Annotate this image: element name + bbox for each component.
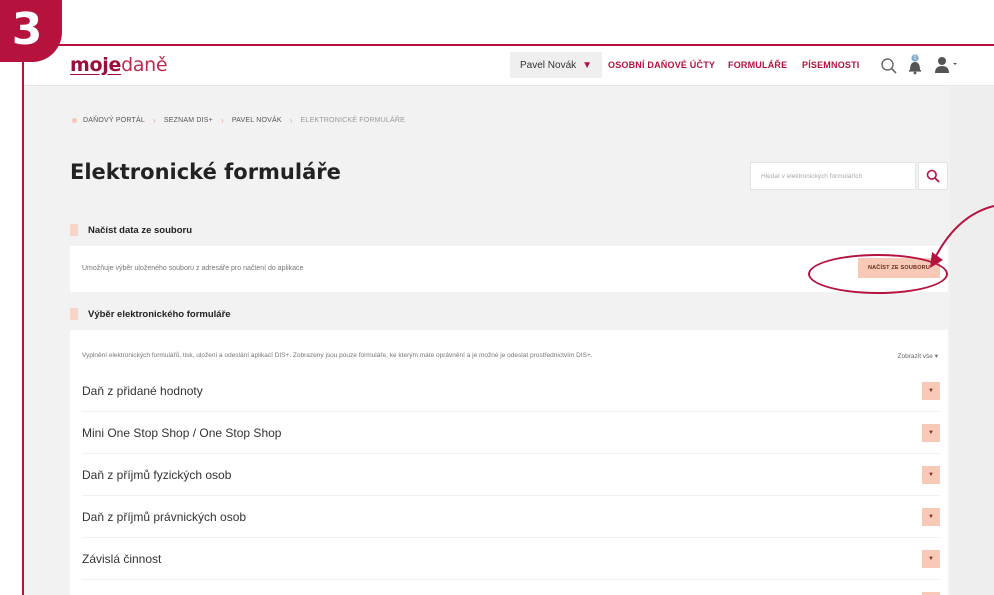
section-marker-icon bbox=[70, 308, 78, 320]
forms-section-heading: Výběr elektronického formuláře bbox=[70, 308, 231, 320]
forms-section-title: Výběr elektronického formuláře bbox=[88, 308, 231, 320]
nav-forms[interactable]: FORMULÁŘE bbox=[728, 60, 787, 70]
form-category-row-partial: ▼ bbox=[82, 580, 940, 595]
logo[interactable]: mojedaně bbox=[70, 54, 168, 76]
form-category-label: Mini One Stop Shop / One Stop Shop bbox=[82, 425, 282, 440]
form-category-label: Daň z příjmů právnických osob bbox=[82, 509, 247, 524]
forms-section-description: Vyplnění elektronických formulářů, tisk,… bbox=[82, 352, 593, 359]
load-section-description: Umožňuje výběr uloženého souboru z adres… bbox=[82, 265, 304, 272]
user-name: Pavel Novák bbox=[520, 59, 577, 71]
form-category-row[interactable]: Mini One Stop Shop / One Stop Shop ▼ bbox=[82, 412, 940, 454]
load-section-title: Načíst data ze souboru bbox=[88, 224, 192, 236]
breadcrumb-separator: › bbox=[153, 116, 156, 125]
breadcrumb-item-dis-list[interactable]: SEZNAM DIS+ bbox=[164, 117, 213, 124]
form-category-row[interactable]: Závislá činnost ▼ bbox=[82, 538, 940, 580]
forms-search-input[interactable]: Hledat v elektronických formulářích bbox=[750, 162, 916, 190]
breadcrumb-item-user[interactable]: PAVEL NOVÁK bbox=[232, 117, 282, 124]
show-all-link[interactable]: Zobrazit vše ▾ bbox=[898, 352, 938, 360]
expand-chevron-icon[interactable]: ▼ bbox=[922, 508, 940, 526]
expand-chevron-icon[interactable]: ▼ bbox=[922, 382, 940, 400]
user-dropdown[interactable]: Pavel Novák ▼ bbox=[510, 52, 603, 78]
load-section-panel: Umožňuje výběr uloženého souboru z adres… bbox=[70, 246, 948, 292]
form-category-label: Daň z příjmů fyzických osob bbox=[82, 467, 232, 482]
expand-chevron-icon[interactable]: ▼ bbox=[922, 424, 940, 442]
breadcrumb: DAŇOVÝ PORTÁL › SEZNAM DIS+ › PAVEL NOVÁ… bbox=[72, 116, 405, 125]
logo-prefix: moje bbox=[70, 54, 122, 76]
form-category-label: Závislá činnost bbox=[82, 551, 162, 566]
load-from-file-button[interactable]: NAČÍST ZE SOUBORU bbox=[858, 258, 940, 278]
nav-documents[interactable]: PÍSEMNOSTI bbox=[802, 60, 860, 70]
step-number-badge: 3 bbox=[0, 0, 62, 62]
browser-page: mojedaně Pavel Novák ▼ OSOBNÍ DAŇOVÉ ÚČT… bbox=[24, 46, 994, 595]
logo-suffix: daně bbox=[121, 54, 168, 76]
frame-line-top bbox=[58, 44, 994, 46]
chevron-down-icon: ▾ bbox=[934, 353, 938, 360]
section-marker-icon bbox=[70, 224, 78, 236]
search-icon bbox=[926, 169, 940, 183]
breadcrumb-separator: › bbox=[289, 116, 293, 125]
page-side-area bbox=[950, 86, 994, 595]
nav-tax-accounts[interactable]: OSOBNÍ DAŇOVÉ ÚČTY bbox=[608, 60, 715, 70]
search-icon[interactable] bbox=[880, 57, 898, 75]
page-title: Elektronické formuláře bbox=[70, 160, 341, 184]
breadcrumb-home-dot bbox=[72, 118, 77, 123]
form-category-label: Daň z přidané hodnoty bbox=[82, 383, 203, 398]
forms-section-panel: Vyplnění elektronických formulářů, tisk,… bbox=[70, 330, 948, 595]
breadcrumb-separator: › bbox=[220, 116, 224, 125]
forms-search-button[interactable] bbox=[918, 162, 948, 190]
breadcrumb-item-current: ELEKTRONICKÉ FORMULÁŘE bbox=[300, 117, 405, 124]
bell-icon[interactable]: 0 bbox=[906, 54, 924, 76]
user-account-icon[interactable] bbox=[932, 54, 960, 76]
notification-count: 0 bbox=[914, 56, 917, 62]
screen: 3 mojedaně Pavel Novák ▼ OSOBNÍ DAŇOVÉ Ú… bbox=[0, 0, 994, 595]
form-category-row[interactable]: Daň z příjmů fyzických osob ▼ bbox=[82, 454, 940, 496]
form-category-row[interactable]: Daň z příjmů právnických osob ▼ bbox=[82, 496, 940, 538]
frame-line-left bbox=[22, 58, 24, 595]
top-navigation-bar: mojedaně Pavel Novák ▼ OSOBNÍ DAŇOVÉ ÚČT… bbox=[24, 46, 994, 86]
expand-chevron-icon[interactable]: ▼ bbox=[922, 466, 940, 484]
load-section-heading: Načíst data ze souboru bbox=[70, 224, 192, 236]
caret-down-icon: ▼ bbox=[582, 59, 593, 71]
expand-chevron-icon[interactable]: ▼ bbox=[922, 550, 940, 568]
breadcrumb-item-portal[interactable]: DAŇOVÝ PORTÁL bbox=[83, 117, 145, 124]
form-category-row[interactable]: Daň z přidané hodnoty ▼ bbox=[82, 370, 940, 412]
show-all-label: Zobrazit vše bbox=[897, 353, 933, 360]
